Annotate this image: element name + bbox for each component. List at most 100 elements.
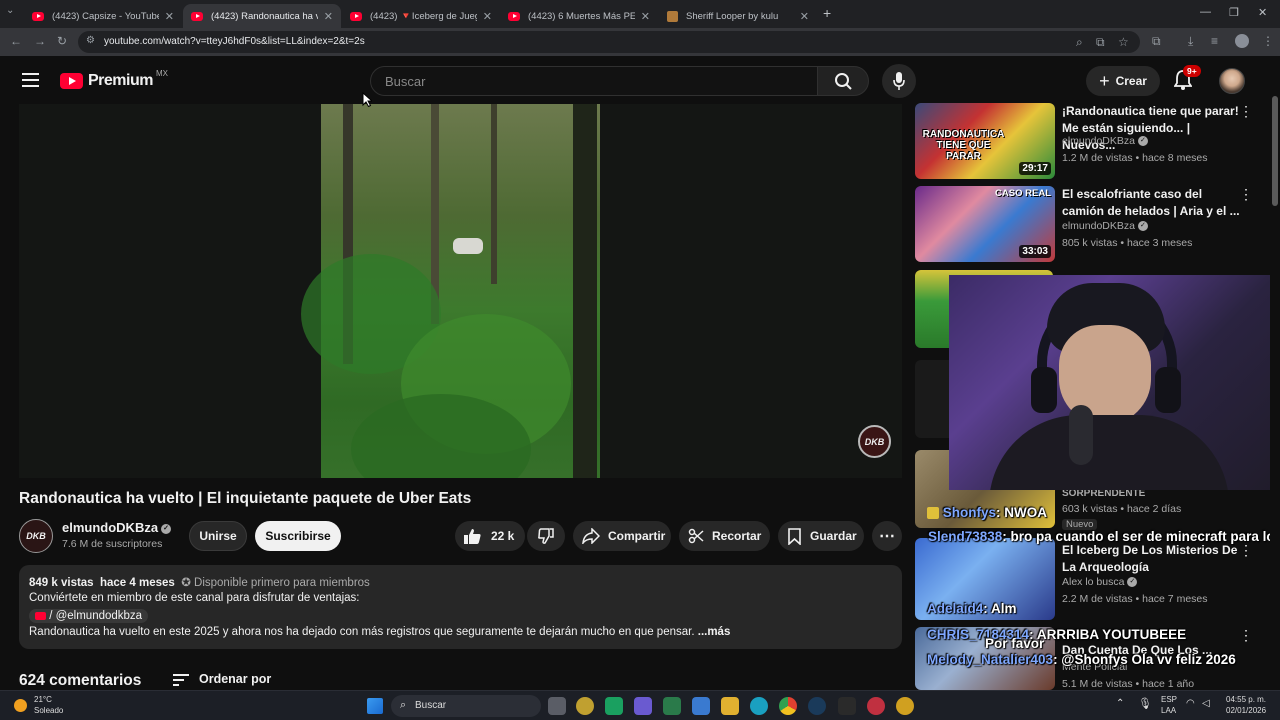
clock-date[interactable]: 02/01/2026 <box>1226 706 1266 715</box>
search-input[interactable]: Buscar <box>370 66 818 96</box>
maximize-icon[interactable]: ❐ <box>1229 6 1239 19</box>
browser-tab-1[interactable]: (4423) Capsize - YouTube ✕ <box>24 4 182 28</box>
steam-icon[interactable] <box>808 697 826 715</box>
handle-text: / @elmundodkbza <box>49 610 143 622</box>
browser-menu-icon[interactable]: ⋮ <box>1262 34 1274 48</box>
back-icon[interactable]: ← <box>10 34 22 48</box>
cast-icon[interactable]: ⧉ <box>1096 35 1105 50</box>
channel-handle-link[interactable]: / @elmundodkbza <box>29 609 149 623</box>
close-tab-icon[interactable]: ✕ <box>324 10 333 23</box>
show-more-link[interactable]: ...más <box>698 626 731 638</box>
volume-icon[interactable]: ◁ <box>1202 698 1210 709</box>
youtube-logo[interactable]: Premium MX <box>60 69 168 90</box>
more-vertical-icon[interactable]: ⋮ <box>1239 103 1253 120</box>
subscribe-button[interactable]: Suscribirse <box>255 521 341 551</box>
video-player[interactable]: DKB <box>19 104 902 478</box>
weather-icon[interactable] <box>14 699 27 712</box>
start-windows-icon[interactable] <box>367 698 383 714</box>
taskbar-search[interactable]: ⌕ Buscar <box>391 695 541 717</box>
download-icon[interactable]: ⤓ <box>1188 34 1193 49</box>
app-icon[interactable] <box>634 697 652 715</box>
forward-icon[interactable]: → <box>34 34 46 48</box>
scroll-thumb[interactable] <box>1272 96 1278 206</box>
page-scrollbar[interactable] <box>1270 56 1280 690</box>
more-actions-button[interactable]: ⋯ <box>872 521 902 551</box>
new-tab-icon[interactable]: + <box>823 5 831 21</box>
save-button[interactable]: Guardar <box>778 521 864 551</box>
chat-user: Melody_Natalier403 <box>927 652 1054 667</box>
scissors-icon <box>688 528 704 544</box>
verified-icon: ✓ <box>1137 221 1148 232</box>
join-button[interactable]: Unirse <box>189 521 247 551</box>
video-thumbnail[interactable]: RANDONAUTICA TIENE QUE PARAR 29:17 <box>915 103 1055 179</box>
extensions-icon[interactable]: ⧉ <box>1152 34 1161 49</box>
clip-button[interactable]: Recortar <box>679 521 770 551</box>
task-view-icon[interactable] <box>548 697 566 715</box>
wifi-icon[interactable]: ◠ <box>1186 698 1195 709</box>
like-button[interactable]: 22 k <box>455 521 525 551</box>
edge-icon[interactable] <box>750 697 768 715</box>
sort-comments-button[interactable]: Ordenar por <box>173 672 271 686</box>
app-icon[interactable] <box>605 697 623 715</box>
browser-tab-2[interactable]: (4423) Randonautica ha vuelto | E ✕ <box>183 4 341 28</box>
avatar[interactable] <box>1219 68 1245 94</box>
site-info-icon[interactable]: ⚙ <box>86 35 95 46</box>
tab-groups-icon[interactable]: ≡ <box>1211 34 1218 48</box>
bookmark-star-icon[interactable]: ☆ <box>1118 35 1129 49</box>
white-package <box>453 238 483 254</box>
channel-name[interactable]: elmundoDKBza ✓ <box>62 520 172 535</box>
more-vertical-icon[interactable]: ⋮ <box>1239 186 1253 203</box>
search-button[interactable] <box>817 66 869 96</box>
recommended-video-1[interactable]: RANDONAUTICA TIENE QUE PARAR 29:17 ¡Rand… <box>915 103 1255 181</box>
recommended-channel[interactable]: elmundoDKBza ✓ <box>1062 220 1148 232</box>
sort-label: Ordenar por <box>199 672 272 686</box>
share-button[interactable]: Compartir <box>573 521 671 551</box>
video-thumbnail[interactable]: CASO REAL 33:03 <box>915 186 1055 262</box>
app-icon[interactable] <box>576 697 594 715</box>
tab-search-icon[interactable]: ⌄ <box>6 5 14 16</box>
recommended-channel[interactable]: Alex lo busca ✓ <box>1062 576 1138 588</box>
dislike-button[interactable] <box>527 521 565 551</box>
reload-icon[interactable]: ↻ <box>57 34 67 48</box>
channel-avatar[interactable]: DKB <box>19 519 53 553</box>
chrome-icon[interactable] <box>779 697 797 715</box>
close-tab-icon[interactable]: ✕ <box>641 10 650 23</box>
upload-age: hace 4 meses <box>99 577 175 589</box>
folder-icon[interactable] <box>721 697 739 715</box>
more-vertical-icon[interactable]: ⋮ <box>1239 627 1253 644</box>
language-layout[interactable]: LAA <box>1161 706 1176 715</box>
browser-tab-3[interactable]: (4423) 🔻Iceberg de Juegos co ✕ <box>342 4 500 28</box>
minimize-icon[interactable]: — <box>1200 6 1211 18</box>
app-icon[interactable] <box>838 697 856 715</box>
like-count: 22 k <box>491 529 515 543</box>
streamer-hoodie <box>989 415 1229 490</box>
zoom-icon[interactable]: ⌕ <box>1076 35 1083 50</box>
recommended-video-2[interactable]: CASO REAL 33:03 El escalofriante caso de… <box>915 186 1255 264</box>
voice-search-button[interactable] <box>882 64 916 98</box>
app-icon[interactable] <box>663 697 681 715</box>
browser-tab-4[interactable]: (4423) 6 Muertes Más PERTURB ✕ <box>500 4 658 28</box>
close-window-icon[interactable]: ✕ <box>1258 6 1267 19</box>
description-box[interactable]: 849 k vistas hace 4 meses ✪ Disponible p… <box>19 565 902 649</box>
close-tab-icon[interactable]: ✕ <box>483 10 492 23</box>
more-vertical-icon[interactable]: ⋮ <box>1239 542 1253 559</box>
create-button[interactable]: + Crear <box>1086 66 1160 96</box>
close-tab-icon[interactable]: ✕ <box>165 10 174 23</box>
close-tab-icon[interactable]: ✕ <box>800 10 809 23</box>
app-icon[interactable] <box>867 697 885 715</box>
language-code[interactable]: ESP <box>1161 695 1177 704</box>
microphone-tray-icon[interactable]: 🎙 <box>1138 697 1152 710</box>
clock-time[interactable]: 04:55 p. m. <box>1226 695 1266 704</box>
tab-title: (4423) 🔻Iceberg de Juegos co <box>370 10 477 22</box>
tray-chevron-icon[interactable]: ⌃ <box>1116 698 1124 709</box>
tree-trunk <box>573 104 597 478</box>
hamburger-menu-icon[interactable] <box>22 73 39 87</box>
profile-icon[interactable] <box>1235 34 1249 48</box>
app-icon[interactable] <box>896 697 914 715</box>
recommended-channel[interactable]: elmundoDKBza ✓ <box>1062 135 1148 147</box>
omnibox[interactable]: ⚙ youtube.com/watch?v=tteyJ6hdF0s&list=L… <box>78 31 1140 53</box>
notifications-button[interactable]: 9+ <box>1173 65 1201 95</box>
store-icon[interactable] <box>692 697 710 715</box>
browser-tab-5[interactable]: Sheriff Looper by kulu ✕ <box>659 4 817 28</box>
channel-watermark[interactable]: DKB <box>858 425 891 458</box>
